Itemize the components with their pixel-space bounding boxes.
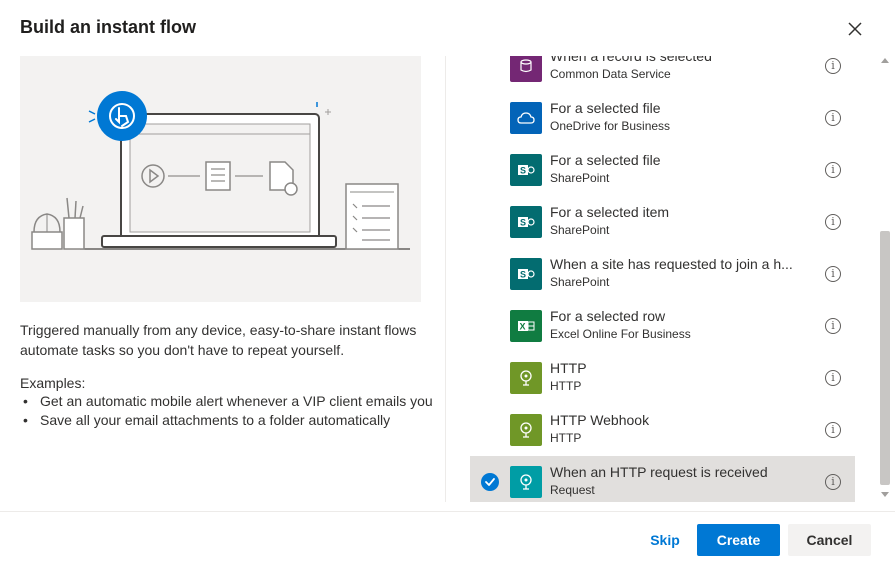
example-text: Get an automatic mobile alert whenever a… (40, 393, 433, 409)
trigger-connector: Request (550, 483, 595, 497)
examples-list: • Get an automatic mobile alert whenever … (20, 392, 440, 430)
trigger-connector: HTTP (550, 431, 582, 445)
trigger-row[interactable]: When a record is selected Common Data Se… (470, 56, 855, 92)
trigger-icon-box (510, 362, 542, 394)
svg-text:S: S (520, 218, 526, 228)
info-icon[interactable]: i (825, 318, 841, 334)
close-button[interactable] (844, 18, 866, 40)
request-icon (520, 474, 532, 490)
examples-label: Examples: (20, 375, 86, 391)
trigger-connector: HTTP (550, 379, 582, 393)
trigger-row-selected[interactable]: When an HTTP request is received Request… (470, 456, 855, 502)
trigger-row[interactable]: S When a site has requested to join a h.… (470, 248, 855, 300)
trigger-title: For a selected item (550, 204, 670, 220)
trigger-title: For a selected row (550, 308, 666, 324)
trigger-title: When a record is selected (550, 56, 712, 64)
trigger-icon-box (510, 466, 542, 498)
sharepoint-icon: S (518, 217, 535, 228)
trigger-list: When a record is selected Common Data Se… (470, 56, 855, 502)
svg-text:S: S (520, 166, 526, 176)
trigger-title: HTTP (550, 360, 587, 376)
trigger-list-scrollbar[interactable] (877, 56, 894, 502)
cancel-button[interactable]: Cancel (788, 524, 871, 556)
panel-divider (445, 56, 446, 502)
trigger-row[interactable]: HTTP HTTP i (470, 352, 855, 404)
info-icon[interactable]: i (825, 266, 841, 282)
example-item: • Save all your email attachments to a fo… (23, 412, 391, 428)
trigger-connector: SharePoint (550, 171, 610, 185)
trigger-title: For a selected file (550, 152, 661, 168)
trigger-connector: SharePoint (550, 223, 610, 237)
example-item: • Get an automatic mobile alert whenever … (23, 393, 433, 409)
trigger-icon-box: S (510, 206, 542, 238)
info-icon[interactable]: i (825, 474, 841, 490)
scroll-down-arrow-icon[interactable] (881, 492, 889, 497)
trigger-title: When an HTTP request is received (550, 464, 768, 480)
info-icon[interactable]: i (825, 422, 841, 438)
instant-flow-illustration (20, 56, 421, 302)
dialog-title: Build an instant flow (20, 17, 196, 37)
trigger-connector: Common Data Service (550, 67, 671, 81)
flow-description: Triggered manually from any device, easy… (20, 322, 417, 358)
trigger-row[interactable]: For a selected file OneDrive for Busines… (470, 92, 855, 144)
sharepoint-icon: S (518, 269, 535, 280)
trigger-row[interactable]: HTTP Webhook HTTP i (470, 404, 855, 456)
trigger-row[interactable]: S For a selected file SharePoint i (470, 144, 855, 196)
http-icon (520, 422, 532, 438)
http-icon (520, 370, 532, 386)
scrollbar-thumb[interactable] (880, 231, 890, 485)
trigger-icon-box (510, 56, 542, 82)
info-icon[interactable]: i (825, 110, 841, 126)
selected-check-icon (481, 473, 499, 491)
trigger-icon-box (510, 414, 542, 446)
svg-text:S: S (520, 270, 526, 280)
trigger-connector: OneDrive for Business (550, 119, 671, 133)
close-icon (848, 22, 862, 36)
info-icon[interactable]: i (825, 58, 841, 74)
info-icon[interactable]: i (825, 162, 841, 178)
trigger-icon-box: X (510, 310, 542, 342)
info-icon[interactable]: i (825, 214, 841, 230)
trigger-icon-box: S (510, 258, 542, 290)
info-icon[interactable]: i (825, 370, 841, 386)
example-text: Save all your email attachments to a fol… (40, 412, 391, 428)
trigger-row[interactable]: X For a selected row Excel Online For Bu… (470, 300, 855, 352)
trigger-title: HTTP Webhook (550, 412, 650, 428)
cds-icon (520, 59, 532, 73)
trigger-icon-box: S (510, 154, 542, 186)
excel-icon: X (518, 321, 535, 332)
trigger-icon-box (510, 102, 542, 134)
trigger-connector: SharePoint (550, 275, 610, 289)
trigger-row[interactable]: S For a selected item SharePoint i (470, 196, 855, 248)
trigger-connector: Excel Online For Business (550, 327, 691, 341)
skip-button[interactable]: Skip (640, 524, 690, 556)
onedrive-icon (517, 112, 535, 124)
sharepoint-icon: S (518, 165, 535, 176)
create-button[interactable]: Create (697, 524, 780, 556)
scroll-up-arrow-icon[interactable] (881, 58, 889, 63)
svg-text:X: X (520, 322, 526, 332)
trigger-title: When a site has requested to join a h... (550, 256, 793, 272)
footer-divider (0, 511, 895, 512)
trigger-title: For a selected file (550, 100, 661, 116)
